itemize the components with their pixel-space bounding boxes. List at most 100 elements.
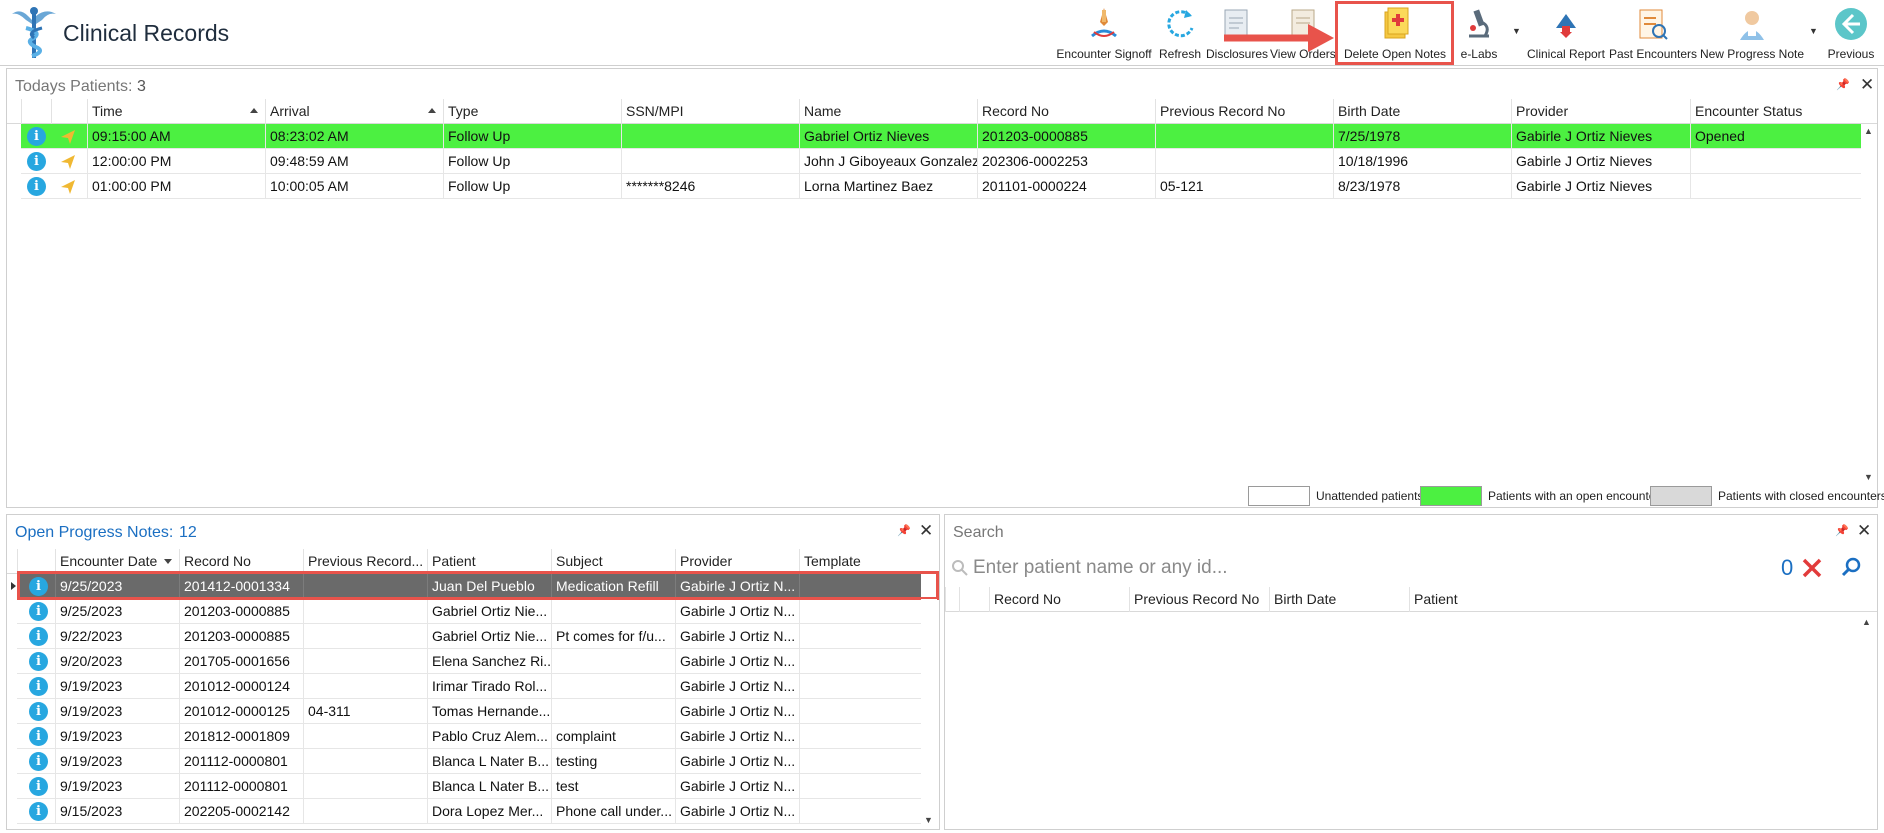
cell-encounter-date: 9/19/2023 — [55, 774, 179, 799]
encounter-signoff-button[interactable]: Encounter Signoff — [1056, 4, 1152, 64]
col-record-no[interactable]: Record No — [989, 587, 1129, 612]
cell-template — [799, 574, 923, 599]
e-labs-dropdown-icon[interactable]: ▼ — [1512, 26, 1521, 36]
table-row[interactable]: i 9/15/2023 202205-0002142 Dora Lopez Mer..… — [17, 799, 921, 824]
info-icon[interactable]: i — [29, 627, 48, 646]
col-record-no[interactable]: Record No — [977, 99, 1155, 124]
info-icon[interactable]: i — [29, 777, 48, 796]
col-template-label: Template — [804, 553, 861, 569]
table-row[interactable]: i 9/19/2023 201112-0000801 Blanca L Nater B… — [17, 749, 921, 774]
table-row[interactable]: i 09:15:00 AM 08:23:02 AM Follow Up Gabr… — [21, 124, 1874, 149]
close-icon[interactable]: ✕ — [1857, 521, 1871, 541]
info-icon[interactable]: i — [29, 577, 48, 596]
pin-icon[interactable]: 📌 — [1836, 78, 1850, 91]
col-type[interactable]: Type — [443, 99, 621, 124]
info-icon[interactable]: i — [29, 677, 48, 696]
col-template[interactable]: Template — [799, 549, 923, 574]
col-ssn-label: SSN/MPI — [626, 103, 684, 119]
table-row[interactable]: i 9/19/2023 201812-0001809 Pablo Cruz Alem.… — [17, 724, 921, 749]
info-icon[interactable]: i — [27, 152, 46, 171]
cell-subject: Medication Refill — [551, 574, 675, 599]
col-name[interactable]: Name — [799, 99, 977, 124]
cell-arrival: 10:00:05 AM — [265, 174, 443, 199]
pin-icon[interactable]: 📌 — [1835, 524, 1849, 537]
cell-record-no: 201812-0001809 — [179, 724, 303, 749]
close-icon[interactable]: ✕ — [919, 521, 933, 541]
view-orders-button[interactable]: View Orders — [1270, 4, 1336, 64]
table-row[interactable]: i 9/25/2023 201203-0000885 Gabriel Ortiz Ni… — [17, 599, 921, 624]
open-progress-notes-title: Open Progress Notes: — [15, 524, 174, 541]
cell-arrival: 09:48:59 AM — [265, 149, 443, 174]
clinical-report-button[interactable]: Clinical Report — [1526, 4, 1606, 64]
cell-encounter-date: 9/19/2023 — [55, 674, 179, 699]
table-row[interactable]: i 01:00:00 PM 10:00:05 AM Follow Up ****… — [21, 174, 1874, 199]
info-icon[interactable]: i — [29, 652, 48, 671]
col-info — [21, 99, 51, 124]
cell-encounter-status — [1690, 149, 1860, 174]
search-input[interactable] — [973, 555, 1693, 581]
encounter-signoff-icon — [1091, 8, 1117, 38]
col-time[interactable]: Time — [87, 99, 265, 124]
vertical-scrollbar[interactable]: ▲ ▼ — [1861, 124, 1877, 484]
scroll-down-icon[interactable]: ▼ — [924, 815, 933, 825]
col-previous-record-no[interactable]: Previous Record No — [1155, 99, 1333, 124]
col-encounter-date[interactable]: Encounter Date — [55, 549, 179, 574]
disclosures-icon — [1224, 9, 1248, 39]
table-row[interactable]: i 12:00:00 PM 09:48:59 AM Follow Up John… — [21, 149, 1874, 174]
search-go-icon[interactable] — [1841, 556, 1863, 578]
col-patient[interactable]: Patient — [1409, 587, 1861, 612]
cell-name: Gabriel Ortiz Nieves — [799, 124, 977, 149]
open-progress-notes-count: 12 — [179, 524, 197, 541]
col-birth-date-label: Birth Date — [1338, 103, 1401, 119]
scroll-down-icon[interactable]: ▼ — [1864, 472, 1873, 482]
col-patient[interactable]: Patient — [427, 549, 551, 574]
close-icon[interactable]: ✕ — [1860, 75, 1874, 95]
col-subject[interactable]: Subject — [551, 549, 675, 574]
e-labs-button[interactable]: e-Labs — [1456, 4, 1502, 64]
new-progress-note-dropdown-icon[interactable]: ▼ — [1809, 26, 1818, 36]
info-icon[interactable]: i — [27, 127, 46, 146]
scroll-up-icon[interactable]: ▲ — [1862, 617, 1871, 627]
info-icon[interactable]: i — [27, 177, 46, 196]
past-encounters-button[interactable]: Past Encounters — [1609, 4, 1697, 64]
clear-search-icon[interactable] — [1801, 557, 1823, 579]
col-encounter-status-label: Encounter Status — [1695, 103, 1803, 119]
table-row[interactable]: i 9/20/2023 201705-0001656 Elena Sanchez Ri… — [17, 649, 921, 674]
table-row[interactable]: i 9/19/2023 201112-0000801 Blanca L Nater B… — [17, 774, 921, 799]
cell-encounter-status — [1690, 174, 1860, 199]
legend-closed-label: Patients with closed encounters — [1718, 489, 1884, 503]
col-previous-record[interactable]: Previous Record... — [303, 549, 427, 574]
table-row[interactable]: i 9/19/2023 201012-0000124 Irimar Tirado Ro… — [17, 674, 921, 699]
vertical-scrollbar[interactable]: ▼ — [921, 599, 937, 827]
scroll-up-icon[interactable]: ▲ — [1864, 126, 1873, 136]
table-row[interactable]: i 9/25/2023 201412-0001334 Juan Del Pueblo M… — [11, 574, 923, 599]
col-ssn[interactable]: SSN/MPI — [621, 99, 799, 124]
app-header: Clinical Records Encounter Signoff Refre… — [0, 0, 1884, 66]
new-progress-note-button[interactable]: New Progress Note — [1698, 4, 1806, 64]
info-icon[interactable]: i — [29, 727, 48, 746]
table-row[interactable]: i 9/22/2023 201203-0000885 Gabriel Ortiz Ni… — [17, 624, 921, 649]
vertical-scrollbar[interactable]: ▲ — [1859, 613, 1875, 827]
col-previous-record-no[interactable]: Previous Record No — [1129, 587, 1269, 612]
col-birth-date[interactable]: Birth Date — [1333, 99, 1511, 124]
col-record-no-label: Record No — [184, 553, 251, 569]
disclosures-label: Disclosures — [1205, 47, 1268, 61]
col-provider[interactable]: Provider — [1511, 99, 1690, 124]
previous-button[interactable]: Previous — [1822, 4, 1880, 64]
info-icon[interactable]: i — [29, 602, 48, 621]
disclosures-button[interactable]: Disclosures — [1204, 4, 1270, 64]
refresh-button[interactable]: Refresh — [1155, 4, 1205, 64]
cell-template — [799, 624, 923, 649]
info-icon[interactable]: i — [29, 802, 48, 821]
col-birth-date[interactable]: Birth Date — [1269, 587, 1409, 612]
cell-encounter-date: 9/19/2023 — [55, 699, 179, 724]
info-icon[interactable]: i — [29, 752, 48, 771]
col-record-no[interactable]: Record No — [179, 549, 303, 574]
col-arrival[interactable]: Arrival — [265, 99, 443, 124]
col-encounter-status[interactable]: Encounter Status — [1690, 99, 1860, 124]
pin-icon[interactable]: 📌 — [897, 524, 911, 537]
delete-open-notes-button[interactable]: Delete Open Notes — [1338, 4, 1452, 64]
table-row[interactable]: i 9/19/2023 201012-0000125 04-311 Tomas Hern… — [17, 699, 921, 724]
col-provider[interactable]: Provider — [675, 549, 799, 574]
info-icon[interactable]: i — [29, 702, 48, 721]
